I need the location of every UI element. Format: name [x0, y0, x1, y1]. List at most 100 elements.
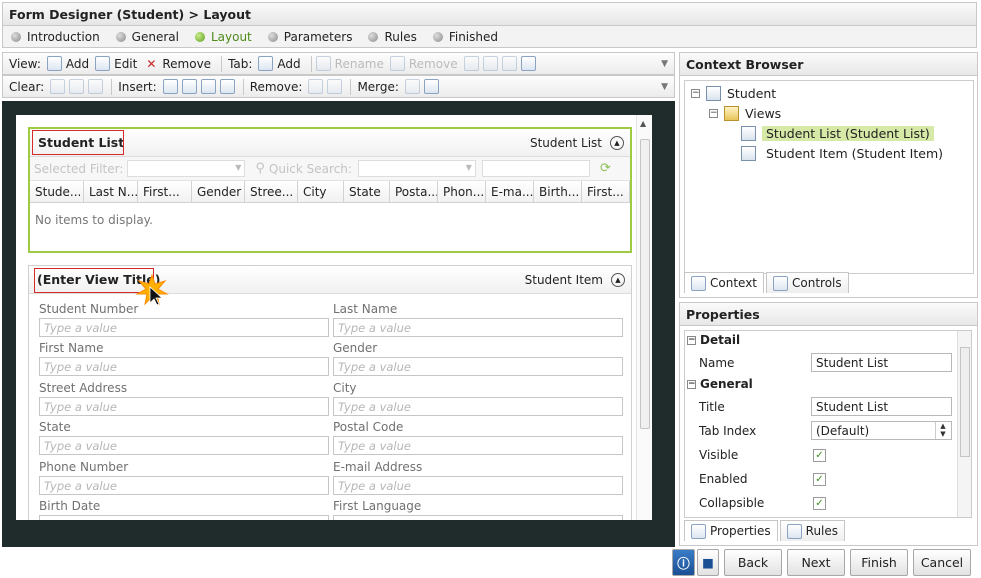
tab-move-left-icon[interactable] [463, 56, 479, 71]
tab-rules[interactable]: Rules [779, 520, 846, 541]
tab-context[interactable]: Context [684, 272, 765, 293]
remove-column-icon[interactable] [308, 79, 324, 94]
split-cells-icon[interactable] [423, 79, 439, 94]
next-button[interactable]: Next [787, 548, 845, 576]
design-canvas: Student List Student List ▲ Selected Filt… [2, 101, 675, 547]
tree-node-student-item[interactable]: Student Item (Student Item) [741, 146, 947, 161]
field-input[interactable]: Type a value [39, 436, 329, 456]
collapse-icon[interactable]: ▲ [610, 135, 624, 150]
toolbar-overflow-icon[interactable]: ▼ [661, 59, 668, 69]
step-general[interactable]: General [115, 30, 179, 44]
collapse-icon[interactable]: ▲ [611, 272, 625, 287]
column-header[interactable]: City [298, 181, 344, 202]
insert-row-below-icon[interactable] [219, 79, 235, 94]
insert-row-above-icon[interactable] [200, 79, 216, 94]
canvas-scrollbar[interactable]: ▲ [636, 115, 652, 520]
insert-column-right-icon[interactable] [181, 79, 197, 94]
collapsible-checkbox[interactable]: ✓ [813, 497, 826, 510]
enabled-checkbox[interactable]: ✓ [813, 473, 826, 486]
tab-move-right-icon[interactable] [482, 56, 498, 71]
field-input[interactable]: Type a value [333, 515, 623, 520]
column-header[interactable]: Phon... [438, 181, 486, 202]
field-input[interactable]: Type a value [39, 515, 329, 520]
clear-all-icon[interactable] [88, 79, 104, 94]
title-field[interactable]: Student List [811, 397, 952, 416]
column-header[interactable]: Last N... [84, 181, 138, 202]
finish-button[interactable]: Finish [850, 548, 908, 576]
search-input[interactable] [481, 160, 590, 177]
tab-order-icon[interactable] [520, 56, 536, 71]
section-detail[interactable]: − Detail [687, 333, 740, 347]
column-header[interactable]: E-ma... [486, 181, 534, 202]
cancel-button[interactable]: Cancel [913, 548, 971, 576]
scroll-thumb[interactable] [640, 139, 650, 429]
toolbar-overflow-icon[interactable]: ▼ [661, 82, 668, 92]
field-label: E-mail Address [333, 459, 423, 474]
spinner-arrows-icon[interactable]: ▲ ▼ [935, 422, 950, 439]
field-input[interactable]: Type a value [39, 475, 329, 495]
save-button[interactable]: ■ [697, 548, 719, 576]
field-input[interactable]: Type a value [333, 357, 623, 377]
field-input[interactable]: Type a value [333, 475, 623, 495]
column-header[interactable]: Gender [192, 181, 245, 202]
tab-index-spinner[interactable]: (Default) ▲ ▼ [811, 421, 952, 440]
remove-row-icon[interactable] [327, 79, 343, 94]
step-parameters[interactable]: Parameters [267, 30, 352, 44]
tab-properties[interactable]: Properties [684, 520, 778, 541]
clear-cell-icon[interactable] [50, 79, 66, 94]
view-edit-button[interactable]: Edit [95, 56, 137, 71]
tree-label: Student [727, 86, 777, 101]
tab-rename-button[interactable]: Rename [315, 56, 384, 71]
column-header[interactable]: Stude... [30, 181, 84, 202]
field-input[interactable]: Type a value [333, 436, 623, 456]
search-icon: ⚲ [255, 161, 265, 176]
collapse-toggle-icon[interactable]: − [687, 335, 696, 345]
info-button[interactable]: ⓘ [672, 548, 695, 576]
column-header[interactable]: Posta... [390, 181, 438, 202]
tab-add-button[interactable]: Add [258, 56, 301, 71]
filter-dropdown[interactable]: ▼ [127, 160, 246, 177]
tree-node-student-list[interactable]: Student List (Student List) [741, 126, 934, 141]
insert-column-left-icon[interactable] [162, 79, 178, 94]
tree-node-views[interactable]: − Views [709, 106, 781, 121]
field-input[interactable]: Type a value [39, 396, 329, 416]
name-field[interactable]: Student List [811, 353, 952, 372]
step-introduction[interactable]: Introduction [11, 30, 100, 44]
merge-cells-icon[interactable] [404, 79, 420, 94]
student-item-view[interactable]: (Enter View Title) Student Item ▲ Student… [28, 265, 632, 520]
step-layout[interactable]: Layout [194, 30, 252, 44]
search-field-dropdown[interactable]: ▼ [357, 160, 476, 177]
scroll-up-icon[interactable]: ▲ [640, 119, 646, 128]
field-input[interactable]: Type a value [39, 318, 329, 337]
panel-title: Context Browser [680, 53, 977, 76]
refresh-icon[interactable]: ⟳ [600, 161, 611, 176]
field-input[interactable]: Type a value [333, 396, 623, 416]
column-header[interactable]: Stree... [245, 181, 298, 202]
column-header[interactable]: Birth... [534, 181, 582, 202]
field-input[interactable]: Type a value [39, 357, 329, 377]
tab-remove-button[interactable]: Remove [389, 56, 458, 71]
view-remove-button[interactable]: ✕ Remove [143, 56, 211, 72]
footer-buttons: ⓘ ■ Back Next Finish Cancel [672, 548, 971, 576]
collapse-toggle-icon[interactable]: − [709, 109, 718, 118]
collapse-toggle-icon[interactable]: − [687, 379, 696, 389]
clear-row-icon[interactable] [69, 79, 85, 94]
tab-move-up-icon[interactable] [501, 56, 517, 71]
tree-node-student[interactable]: − Student [691, 86, 776, 101]
visible-checkbox[interactable]: ✓ [813, 449, 826, 462]
field-input[interactable]: Type a value [333, 318, 623, 337]
properties-scrollbar[interactable] [957, 331, 971, 517]
column-header[interactable]: First... [138, 181, 192, 202]
section-general[interactable]: − General [687, 377, 753, 391]
view-add-button[interactable]: Add [46, 56, 89, 71]
column-header[interactable]: State [344, 181, 390, 202]
step-finished[interactable]: Finished [432, 30, 498, 44]
clear-group-label: Clear: [9, 79, 45, 94]
back-button[interactable]: Back [724, 548, 782, 576]
toolbar-separator [221, 55, 223, 72]
collapse-toggle-icon[interactable]: − [691, 89, 700, 98]
step-rules[interactable]: Rules [368, 30, 417, 44]
column-header[interactable]: First... [582, 181, 630, 202]
tab-controls[interactable]: Controls [766, 272, 849, 293]
scroll-thumb[interactable] [960, 347, 970, 457]
